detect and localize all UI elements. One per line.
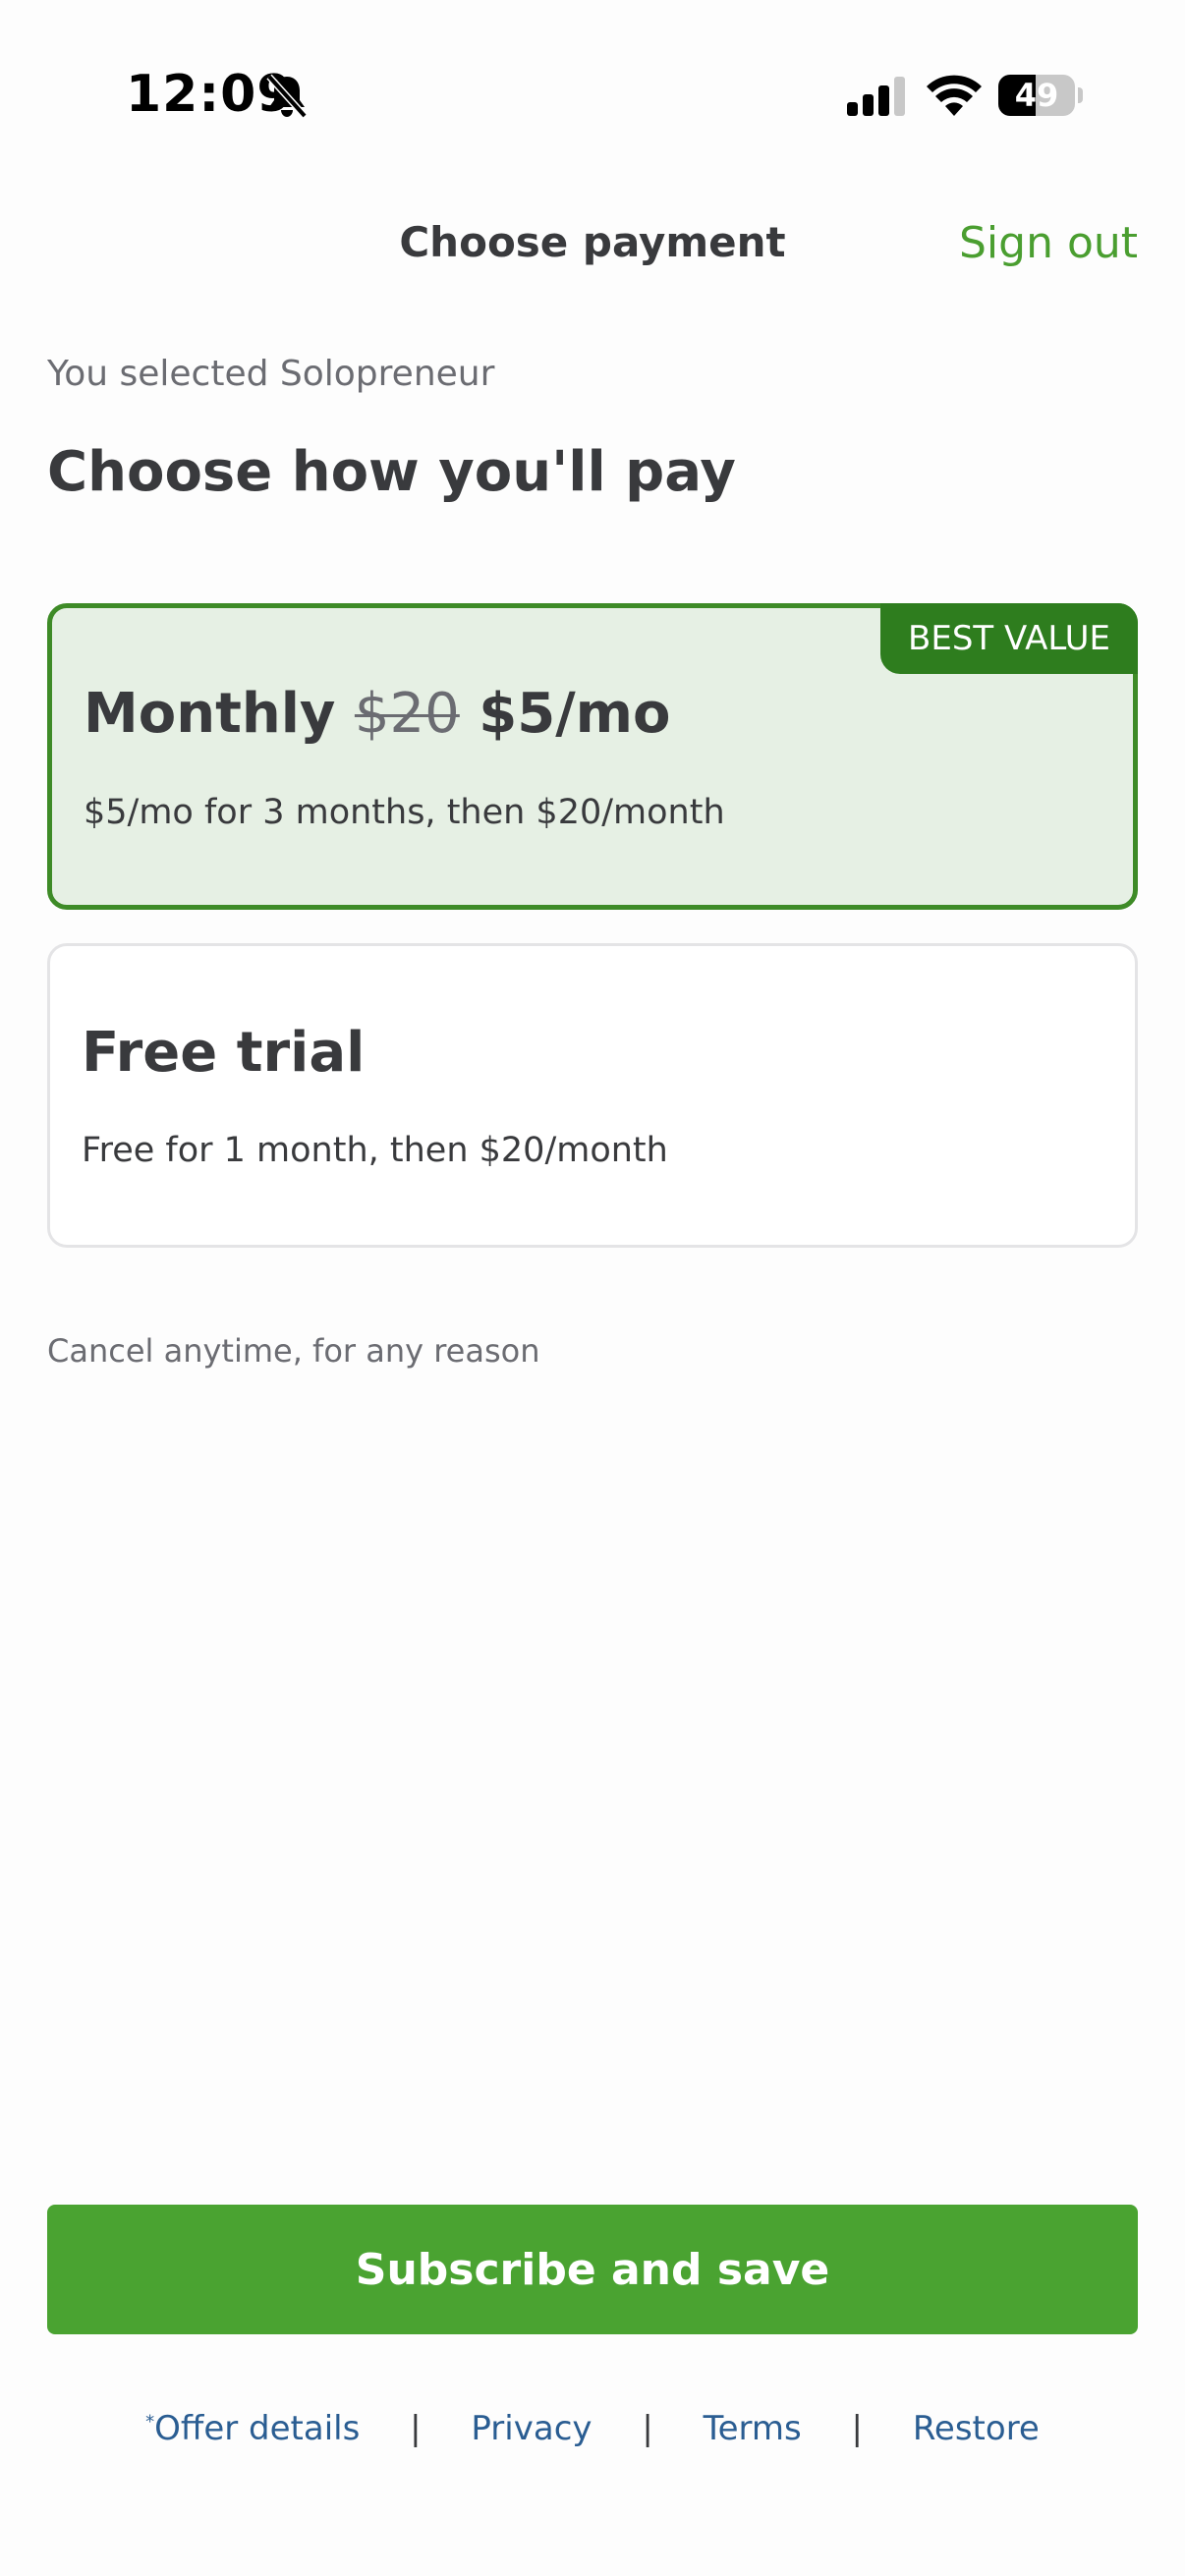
plan-description: Free for 1 month, then $20/month <box>82 1131 668 1170</box>
separator: | <box>410 2409 422 2448</box>
selected-plan-note: You selected Solopreneur <box>47 354 495 394</box>
footer-links: *Offer details | Privacy | Terms | Resto… <box>0 2409 1185 2448</box>
privacy-link[interactable]: Privacy <box>471 2409 592 2448</box>
bell-slash-icon <box>266 74 308 119</box>
plan-description: $5/mo for 3 months, then $20/month <box>84 793 725 832</box>
best-value-badge: BEST VALUE <box>880 603 1138 674</box>
offer-details-label: Offer details <box>154 2409 361 2448</box>
restore-link[interactable]: Restore <box>913 2409 1040 2448</box>
plan-name: Monthly <box>84 682 336 746</box>
plan-title-free-trial: Free trial <box>82 1021 366 1085</box>
separator: | <box>642 2409 653 2448</box>
payment-heading: Choose how you'll pay <box>47 440 736 504</box>
separator: | <box>851 2409 864 2448</box>
discount-price: $5/mo <box>479 682 671 746</box>
sign-out-link[interactable]: Sign out <box>959 218 1138 268</box>
offer-marker: * <box>145 2411 155 2433</box>
plan-card-monthly[interactable]: BEST VALUE Monthly $20 $5/mo $5/mo for 3… <box>47 603 1138 910</box>
wifi-icon <box>927 75 982 116</box>
offer-details-link[interactable]: *Offer details <box>145 2409 360 2448</box>
subscribe-button[interactable]: Subscribe and save <box>47 2205 1138 2334</box>
status-bar: 12:09 49 <box>0 0 1185 187</box>
terms-link[interactable]: Terms <box>704 2409 802 2448</box>
plan-card-free-trial[interactable]: Free trial Free for 1 month, then $20/mo… <box>47 943 1138 1248</box>
cancel-note: Cancel anytime, for any reason <box>47 1332 540 1370</box>
original-price: $20 <box>354 682 460 746</box>
cellular-signal-icon <box>847 77 905 116</box>
battery-level: 49 <box>1014 77 1059 114</box>
plan-title-monthly: Monthly $20 $5/mo <box>84 682 671 746</box>
battery-icon: 49 <box>998 75 1083 118</box>
